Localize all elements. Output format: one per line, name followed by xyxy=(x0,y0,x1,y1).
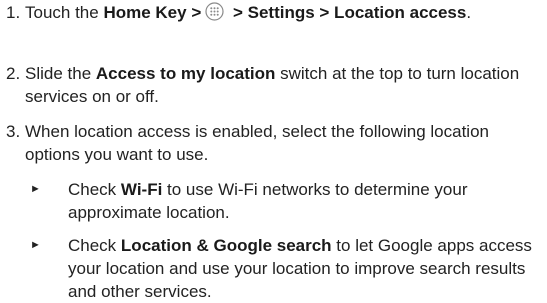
bullet-wifi: ► Check Wi-Fi to use Wi-Fi networks to d… xyxy=(0,178,547,224)
step-text: Touch the xyxy=(25,3,104,22)
step-bold-text: Access to my location xyxy=(95,64,276,83)
bullet-bold-text: Location & Google search xyxy=(120,236,332,255)
step-3: 3. When location access is enabled, sele… xyxy=(0,120,540,166)
step-number: 3. xyxy=(6,122,21,141)
bullet-arrow-icon: ► xyxy=(30,239,41,251)
step-1: 1. Touch the Home Key > > Settings > Loc… xyxy=(0,1,547,27)
step-text: . xyxy=(466,3,472,22)
step-number: 2. xyxy=(6,64,21,83)
step-bold-text: Home Key > xyxy=(103,3,202,22)
bullet-arrow-icon: ► xyxy=(30,183,41,195)
bullet-text: Check xyxy=(68,236,121,255)
apps-grid-icon xyxy=(205,2,224,27)
bullet-location-google-search: ► Check Location & Google search to let … xyxy=(0,234,547,303)
step-number: 1. xyxy=(6,3,21,22)
step-text: Slide the xyxy=(25,64,96,83)
step-2: 2. Slide the Access to my location switc… xyxy=(0,62,545,108)
bullet-bold-text: Wi-Fi xyxy=(120,180,163,199)
step-bold-text: > Settings > Location access xyxy=(228,3,467,22)
bullet-text: Check xyxy=(68,180,121,199)
step-text: When location access is enabled, select … xyxy=(25,122,489,164)
